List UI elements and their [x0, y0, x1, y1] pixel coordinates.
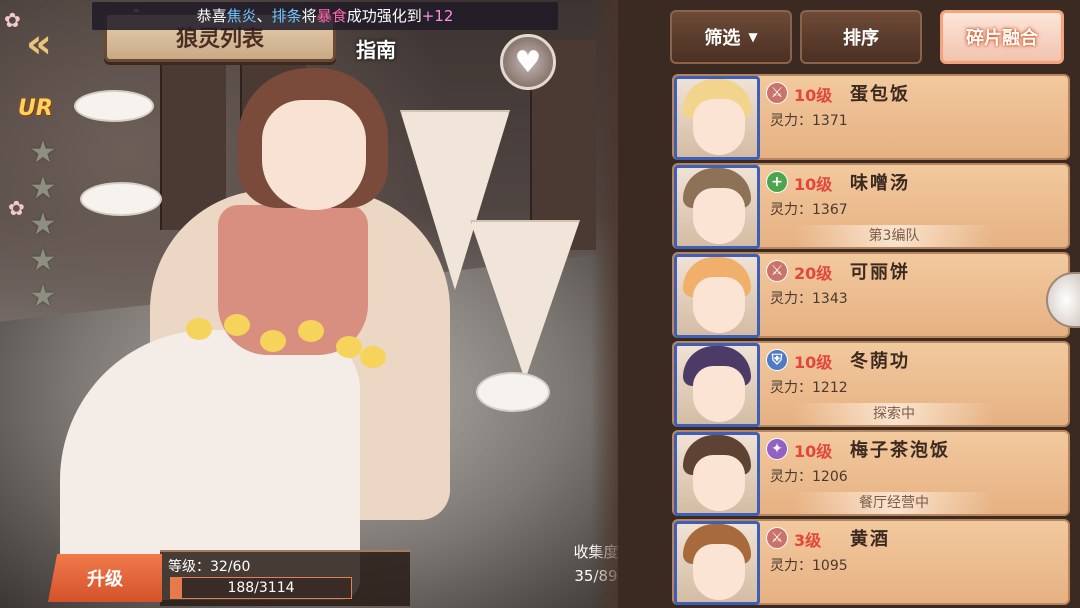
character-illustration: ✿ ✿ ✿	[0, 0, 640, 608]
duck-toy	[336, 336, 362, 358]
character-card[interactable]: +10级 味噌汤 灵力：1367 第3编队	[672, 163, 1070, 249]
announcement-banner: 恭喜焦炎、排条将暴食成功强化到+12	[92, 2, 558, 30]
duck-toy	[186, 318, 212, 340]
character-avatar	[674, 254, 760, 338]
character-power: 灵力：1367	[770, 202, 848, 218]
star-rating: ★ ★ ★ ★ ★	[26, 136, 60, 316]
banner-player-name: 排条	[271, 7, 302, 25]
back-arrow-icon: «	[26, 21, 52, 67]
character-power: 灵力：1212	[770, 380, 848, 396]
banner-text: 成功强化到	[346, 7, 422, 25]
fusion-label: 碎片融合	[966, 28, 1038, 49]
character-card[interactable]: ⛨ 10级 冬荫功 灵力：1212 探索中	[672, 341, 1070, 427]
character-avatar	[674, 165, 760, 249]
character-name: 可丽饼	[850, 262, 910, 283]
banner-player-name: 焦炎	[226, 7, 257, 25]
star-icon: ★	[29, 135, 57, 170]
character-power: 灵力：1371	[770, 113, 848, 129]
blossom-icon: ✿	[8, 196, 25, 220]
sauce-plate	[80, 182, 162, 216]
character-level: 20级	[794, 264, 833, 283]
character-card[interactable]: ⚔ 3级 黄酒 灵力：1095	[672, 519, 1070, 605]
character-avatar	[674, 432, 760, 516]
plate-stack	[476, 372, 550, 412]
banner-bonus: +12	[421, 7, 454, 25]
duck-toy	[360, 346, 386, 368]
sort-label: 排序	[843, 28, 879, 49]
avatar-face	[693, 544, 745, 600]
exp-text: 188/3114	[227, 580, 295, 596]
character-level: 10级	[794, 86, 833, 105]
filter-button[interactable]: 筛选 ▼	[670, 10, 792, 64]
avatar-face	[693, 455, 745, 511]
sword-icon: ⚔	[766, 82, 788, 104]
avatar-face	[693, 366, 745, 422]
character-power: 灵力：1206	[770, 469, 848, 485]
duck-toy	[298, 320, 324, 342]
star-icon: ★	[29, 279, 57, 314]
avatar-face	[693, 188, 745, 244]
level-label: 等级：32/60	[168, 559, 251, 575]
star-magic-icon: ✦	[766, 438, 788, 460]
character-status: 第3编队	[794, 225, 994, 247]
character-card[interactable]: ⚔ 10级 蛋包饭 灵力：1371	[672, 74, 1070, 160]
character-status: 餐厅经营中	[794, 492, 994, 514]
banner-text: 恭喜	[196, 7, 227, 25]
banner-separator: 、	[256, 7, 272, 25]
back-button[interactable]: «	[26, 22, 86, 66]
caret-down-icon: ▼	[748, 30, 758, 44]
character-name: 蛋包饭	[850, 84, 910, 105]
favorite-button[interactable]: ♥	[500, 34, 556, 90]
star-icon: ★	[29, 207, 57, 242]
character-face	[262, 100, 366, 210]
character-power: 灵力：1343	[770, 291, 848, 307]
sword-icon: ⚔	[766, 527, 788, 549]
heal-plus-icon: +	[766, 171, 788, 193]
guide-button[interactable]: 指南	[356, 34, 396, 63]
character-card[interactable]: ✦ 10级 梅子茶泡饭 灵力：1206 餐厅经营中	[672, 430, 1070, 516]
avatar-face	[693, 99, 745, 155]
star-icon: ★	[29, 243, 57, 278]
shield-icon: ⛨	[766, 349, 788, 371]
duck-toy	[260, 330, 286, 352]
character-card[interactable]: ⚔ 20级 可丽饼 灵力：1343	[672, 252, 1070, 338]
character-name: 黄酒	[850, 529, 890, 550]
banner-text: 将	[301, 7, 317, 25]
exp-bar: 188/3114	[170, 577, 352, 599]
level-panel: 等级：32/60 188/3114	[160, 550, 410, 606]
upgrade-button[interactable]: 升级	[48, 554, 162, 602]
character-avatar	[674, 76, 760, 160]
character-name: 冬荫功	[850, 351, 910, 372]
rice-plate	[74, 90, 154, 122]
character-level: 10级	[794, 442, 833, 461]
duck-toy	[224, 314, 250, 336]
fragment-fusion-button[interactable]: 碎片融合	[940, 10, 1064, 64]
sort-button[interactable]: 排序	[800, 10, 922, 64]
star-icon: ★	[29, 171, 57, 206]
heart-icon: ♥	[514, 44, 542, 80]
rarity-badge: UR	[18, 96, 53, 121]
character-status: 探索中	[794, 403, 994, 425]
character-avatar	[674, 343, 760, 427]
avatar-face	[693, 277, 745, 333]
blossom-icon: ✿	[4, 8, 21, 32]
character-avatar	[674, 521, 760, 605]
character-name: 梅子茶泡饭	[850, 440, 950, 461]
character-name: 味噌汤	[850, 173, 910, 194]
character-level: 10级	[794, 175, 833, 194]
character-power: 灵力：1095	[770, 558, 848, 574]
character-level: 3级	[794, 531, 822, 550]
character-level: 10级	[794, 353, 833, 372]
sword-icon: ⚔	[766, 260, 788, 282]
filter-label: 筛选	[704, 28, 741, 49]
banner-item-name: 暴食	[316, 7, 347, 25]
